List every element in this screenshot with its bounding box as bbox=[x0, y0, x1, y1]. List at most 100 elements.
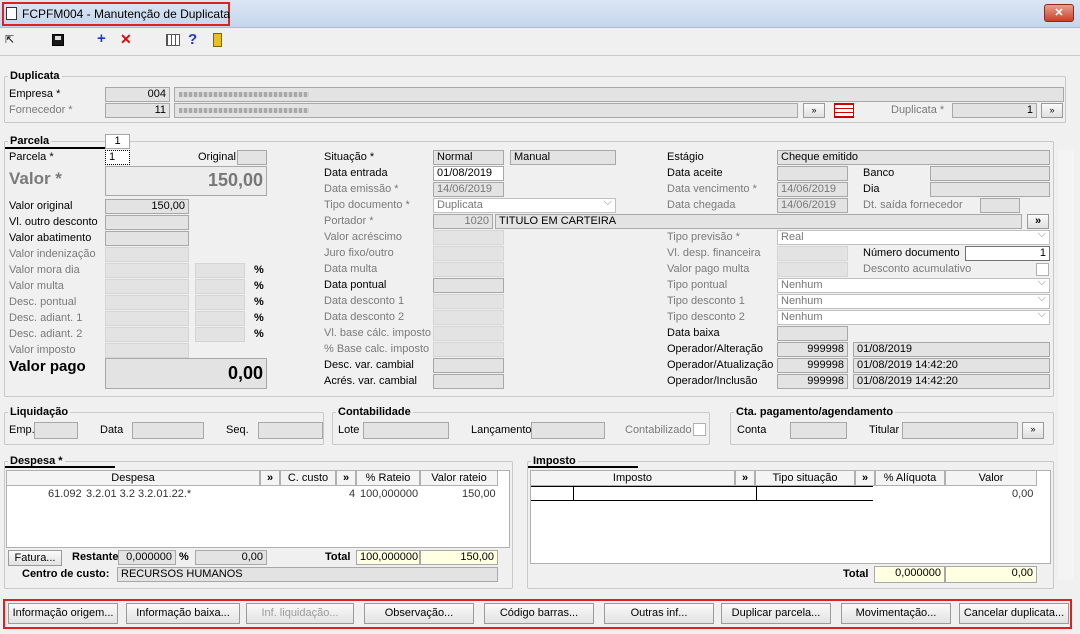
despesa-col-ccusto[interactable]: C. custo bbox=[280, 470, 336, 486]
tipo-previsao-select[interactable]: Real bbox=[777, 230, 1050, 245]
add-icon[interactable]: + bbox=[97, 30, 106, 47]
portador-code-field[interactable]: 1020 bbox=[433, 214, 493, 229]
despesa-row-ccusto[interactable]: 4 bbox=[349, 487, 355, 501]
grid-icon[interactable] bbox=[166, 34, 180, 46]
desconto-acumulativo-checkbox[interactable] bbox=[1036, 263, 1049, 276]
despesa-col-despesa[interactable]: Despesa bbox=[6, 470, 260, 486]
liquidacao-group-title: Liquidação bbox=[8, 406, 71, 419]
save-icon[interactable] bbox=[52, 34, 64, 46]
empresa-label: Empresa * bbox=[9, 88, 61, 100]
operador-alteracao-label: Operador/Alteração bbox=[667, 343, 763, 355]
valor-abatimento-field[interactable] bbox=[105, 231, 189, 246]
back-icon[interactable]: ⇱ bbox=[5, 34, 17, 46]
desc-var-field[interactable] bbox=[433, 358, 504, 373]
close-button[interactable]: ✕ bbox=[1044, 4, 1074, 22]
valor-field[interactable]: 150,00 bbox=[105, 166, 267, 196]
despesa-row-code[interactable]: 61.092 bbox=[48, 487, 82, 501]
data-pontual-field[interactable] bbox=[433, 278, 504, 293]
desc-adiant2-label: Desc. adiant. 2 bbox=[9, 328, 83, 340]
codigo-barras-button[interactable]: Código barras... bbox=[484, 603, 594, 624]
duplicata-search-button[interactable]: » bbox=[1041, 103, 1063, 118]
parcela-field[interactable]: 1 bbox=[105, 150, 130, 165]
vl-desp-field bbox=[777, 246, 848, 261]
pct-multa-label: % bbox=[254, 280, 264, 292]
dia-field bbox=[930, 182, 1050, 197]
dt-saida-field bbox=[980, 198, 1020, 213]
imposto-col-imposto-expand[interactable]: » bbox=[735, 470, 755, 486]
portador-search-button[interactable]: » bbox=[1027, 214, 1049, 229]
informacao-baixa-button[interactable]: Informação baixa... bbox=[126, 603, 240, 624]
fornecedor-name-field bbox=[174, 103, 798, 118]
imposto-col-imposto[interactable]: Imposto bbox=[530, 470, 735, 486]
exit-door-icon[interactable] bbox=[213, 33, 222, 47]
titular-search-button[interactable]: » bbox=[1022, 422, 1044, 439]
tipo-pontual-select[interactable]: Nenhum bbox=[777, 278, 1050, 293]
situacao-label: Situação * bbox=[324, 151, 375, 163]
data-entrada-field[interactable]: 01/08/2019 bbox=[433, 166, 504, 181]
imposto-row-valor[interactable]: 0,00 bbox=[1012, 487, 1033, 501]
despesa-col-rateio[interactable]: % Rateio bbox=[356, 470, 420, 486]
operador-atualizacao-label: Operador/Atualização bbox=[667, 359, 774, 371]
despesa-col-ccusto-expand[interactable]: » bbox=[336, 470, 356, 486]
valor-imposto-label: Valor imposto bbox=[9, 344, 76, 356]
duplicar-parcela-button[interactable]: Duplicar parcela... bbox=[721, 603, 831, 624]
tipo-documento-select[interactable]: Duplicata bbox=[433, 198, 616, 213]
duplicata-field[interactable]: 1 bbox=[952, 103, 1037, 118]
imposto-col-valor[interactable]: Valor bbox=[945, 470, 1037, 486]
data-vencimento-field: 14/06/2019 bbox=[777, 182, 848, 197]
fornecedor-label: Fornecedor * bbox=[9, 104, 73, 116]
valor-multa-pct-field bbox=[195, 279, 245, 294]
liq-emp-label: Emp. bbox=[9, 424, 35, 436]
juro-fixo-label: Juro fixo/outro bbox=[324, 247, 394, 259]
informacao-origem-button[interactable]: Informação origem... bbox=[8, 603, 118, 624]
acres-var-field[interactable] bbox=[433, 374, 504, 389]
fornecedor-search-button[interactable]: » bbox=[803, 103, 825, 118]
valor-original-field[interactable]: 150,00 bbox=[105, 199, 189, 214]
juro-fixo-field bbox=[433, 246, 504, 261]
imposto-total-pct: 0,000000 bbox=[874, 566, 945, 583]
tipo-documento-label: Tipo documento * bbox=[324, 199, 410, 211]
desc-adiant1-label: Desc. adiant. 1 bbox=[9, 312, 83, 324]
movimentacao-button[interactable]: Movimentação... bbox=[841, 603, 951, 624]
help-icon[interactable]: ? bbox=[188, 31, 197, 48]
restante-pct-symbol: % bbox=[179, 551, 189, 563]
despesa-row-rateio[interactable]: 100,000000 bbox=[360, 487, 418, 501]
vl-base-field bbox=[433, 326, 504, 341]
lancamento-field bbox=[531, 422, 605, 439]
numero-documento-field[interactable]: 1 bbox=[965, 246, 1050, 261]
delete-icon[interactable]: ✕ bbox=[120, 31, 132, 48]
calendar-icon[interactable] bbox=[834, 103, 854, 118]
fornecedor-code-field[interactable]: 11 bbox=[105, 103, 170, 118]
liq-data-label: Data bbox=[100, 424, 124, 436]
titular-field bbox=[902, 422, 1018, 439]
desc-pontual-label: Desc. pontual bbox=[9, 296, 77, 308]
imposto-col-tipo-situacao[interactable]: Tipo situação bbox=[755, 470, 855, 486]
desc-var-label: Desc. var. cambial bbox=[324, 359, 414, 371]
parcela-num-tab[interactable]: 1 bbox=[105, 134, 130, 149]
vl-outro-desconto-label: Vl. outro desconto bbox=[9, 216, 98, 228]
despesa-total-pct: 100,000000 bbox=[356, 550, 420, 565]
cancelar-duplicata-button[interactable]: Cancelar duplicata... bbox=[959, 603, 1069, 624]
outras-inf-button[interactable]: Outras inf... bbox=[604, 603, 714, 624]
scrollbar[interactable] bbox=[1058, 150, 1074, 580]
observacao-button[interactable]: Observação... bbox=[364, 603, 474, 624]
imposto-col-aliquota[interactable]: % Alíquota bbox=[875, 470, 945, 486]
situacao-field-1: Normal bbox=[433, 150, 504, 165]
despesa-col-despesa-expand[interactable]: » bbox=[260, 470, 280, 486]
data-emissao-field: 14/06/2019 bbox=[433, 182, 504, 197]
tipo-desconto1-select[interactable]: Nenhum bbox=[777, 294, 1050, 309]
imposto-col-tipo-expand[interactable]: » bbox=[855, 470, 875, 486]
despesa-col-valor-rateio[interactable]: Valor rateio bbox=[420, 470, 498, 486]
inf-liquidacao-button[interactable]: Inf. liquidação... bbox=[246, 603, 354, 624]
imposto-row-divider-2 bbox=[756, 486, 757, 501]
vl-outro-desconto-field[interactable] bbox=[105, 215, 189, 230]
despesa-row-desc[interactable]: 3.2.01 3.2 3.2.01.22.* bbox=[86, 487, 191, 501]
despesa-row-valor[interactable]: 150,00 bbox=[462, 487, 496, 501]
tipo-desconto2-select[interactable]: Nenhum bbox=[777, 310, 1050, 325]
empresa-code-field[interactable]: 004 bbox=[105, 87, 170, 102]
valor-indenizacao-field bbox=[105, 247, 189, 262]
contabilizado-checkbox[interactable] bbox=[693, 423, 706, 436]
imposto-row[interactable] bbox=[531, 486, 873, 501]
fatura-button[interactable]: Fatura... bbox=[8, 550, 62, 566]
toolbar-divider bbox=[0, 55, 1080, 56]
